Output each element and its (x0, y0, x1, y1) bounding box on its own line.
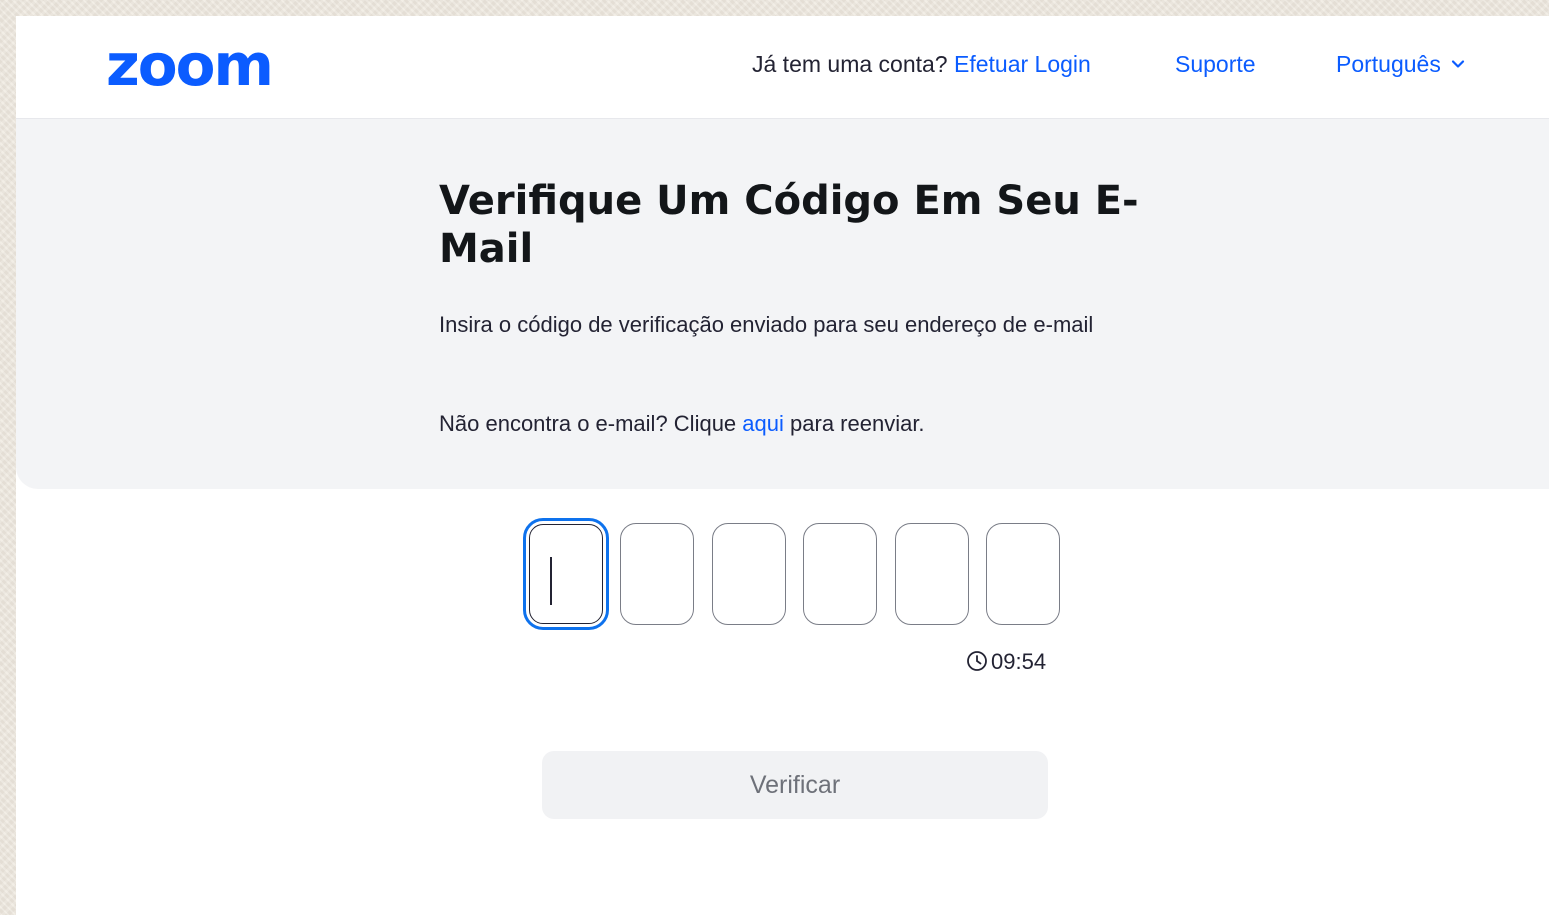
support-link[interactable]: Suporte (1175, 49, 1256, 79)
code-digit-3[interactable] (712, 523, 786, 625)
clock-icon (967, 651, 987, 672)
language-label: Português (1336, 51, 1441, 77)
verification-info-panel: Verifique Um Código Em Seu E-Mail Insira… (16, 119, 1549, 489)
page-title: Verifique Um Código Em Seu E-Mail (439, 178, 1139, 272)
code-digit-1-inner (529, 524, 603, 624)
code-digit-2[interactable] (620, 523, 694, 625)
code-digit-1[interactable] (523, 518, 609, 630)
code-digit-5[interactable] (895, 523, 969, 625)
code-digit-6[interactable] (986, 523, 1060, 625)
instructions-text: Insira o código de verificação enviado p… (439, 312, 1094, 337)
zoom-signup-page: zoom Já tem uma conta? Efetuar Login Sup… (16, 16, 1549, 915)
resend-link[interactable]: aqui (742, 411, 784, 436)
top-header: zoom Já tem uma conta? Efetuar Login Sup… (16, 16, 1549, 119)
resend-prefix: Não encontra o e-mail? Clique (439, 411, 737, 436)
resend-prompt: Não encontra o e-mail? Clique aqui para … (439, 404, 1159, 444)
login-link[interactable]: Efetuar Login (954, 51, 1091, 77)
account-prompt-text: Já tem uma conta? (752, 51, 948, 77)
timer-value: 09:54 (991, 649, 1047, 674)
language-selector[interactable]: Português (1336, 49, 1467, 79)
countdown-timer: 09:54 (966, 647, 1046, 677)
code-digit-4[interactable] (803, 523, 877, 625)
account-prompt: Já tem uma conta? Efetuar Login (752, 49, 1091, 79)
verify-button[interactable]: Verificar (542, 751, 1048, 819)
resend-suffix: para reenviar. (790, 411, 925, 436)
text-cursor (550, 557, 552, 605)
chevron-down-icon (1451, 60, 1464, 69)
zoom-logo[interactable]: zoom (106, 30, 274, 100)
verification-code-inputs (523, 518, 1063, 630)
